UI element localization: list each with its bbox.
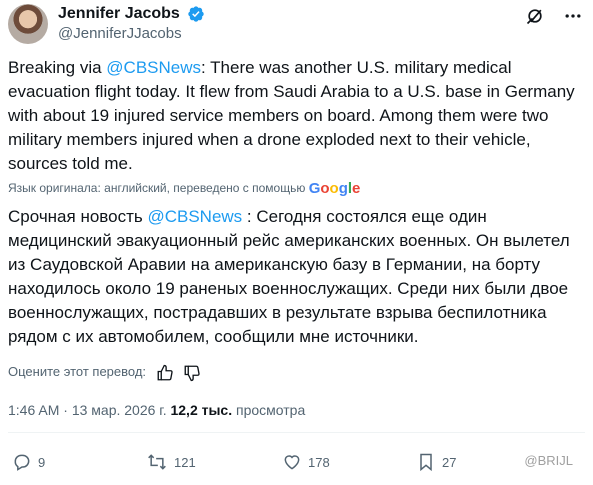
thumbs-up-icon[interactable] xyxy=(156,364,174,382)
rate-translation-label: Оцените этот перевод: xyxy=(8,364,147,379)
bookmark-count: 27 xyxy=(442,454,457,470)
mention-link[interactable]: @CBSNews xyxy=(106,58,201,77)
google-logo[interactable]: Google xyxy=(309,180,361,197)
watermark: @BRIJL xyxy=(524,453,573,468)
tweet-header: Jennifer Jacobs @JenniferJJacobs xyxy=(8,4,585,44)
thumbs-down-icon[interactable] xyxy=(183,364,201,382)
reply-button[interactable]: 9 xyxy=(12,449,45,475)
rate-translation: Оцените этот перевод: xyxy=(8,360,201,384)
avatar[interactable] xyxy=(8,4,48,44)
repost-icon xyxy=(148,454,166,470)
translated-text: Срочная новость @CBSNews : Сегодня состо… xyxy=(8,205,586,349)
like-button[interactable]: 178 xyxy=(282,449,330,475)
action-bar: 9 121 178 27 xyxy=(8,449,585,475)
translation-attribution-label: Язык оригинала: английский, переведено с… xyxy=(8,181,306,195)
bookmark-icon xyxy=(420,453,432,472)
repost-button[interactable]: 121 xyxy=(146,449,196,475)
bookmark-button[interactable]: 27 xyxy=(416,449,456,475)
translated-text-part: : Сегодня состоялся еще один медицинский… xyxy=(8,207,570,346)
tweet-meta: 1:46 AM · 13 мар. 2026 г. 12,2 тыс. прос… xyxy=(8,400,305,420)
views-label: просмотра xyxy=(232,402,306,418)
tweet-time[interactable]: 1:46 AM xyxy=(8,402,59,418)
repost-count: 121 xyxy=(174,454,196,470)
heart-icon xyxy=(284,455,300,470)
grok-icon[interactable] xyxy=(525,6,545,31)
author-block: Jennifer Jacobs @JenniferJJacobs xyxy=(58,4,205,44)
reply-count: 9 xyxy=(38,454,46,470)
verified-badge-icon xyxy=(187,5,205,23)
meta-separator: · xyxy=(59,402,72,418)
reply-icon xyxy=(14,454,30,471)
author-handle[interactable]: @JenniferJJacobs xyxy=(58,24,205,44)
translation-attribution: Язык оригинала: английский, переведено с… xyxy=(8,180,360,197)
author-display-name[interactable]: Jennifer Jacobs xyxy=(58,4,180,24)
tweet-date[interactable]: 13 мар. 2026 г. xyxy=(72,402,167,418)
views-count: 12,2 тыс. xyxy=(170,402,233,418)
tweet-text: Breaking via @CBSNews: There was another… xyxy=(8,56,586,176)
translated-text-part: Срочная новость xyxy=(8,207,148,226)
mention-link-translated[interactable]: @CBSNews xyxy=(147,207,242,226)
tweet-text-part: Breaking via xyxy=(8,58,107,77)
header-actions xyxy=(511,6,583,31)
like-count: 178 xyxy=(308,454,330,470)
more-options-icon[interactable] xyxy=(563,6,583,31)
divider xyxy=(8,432,585,433)
